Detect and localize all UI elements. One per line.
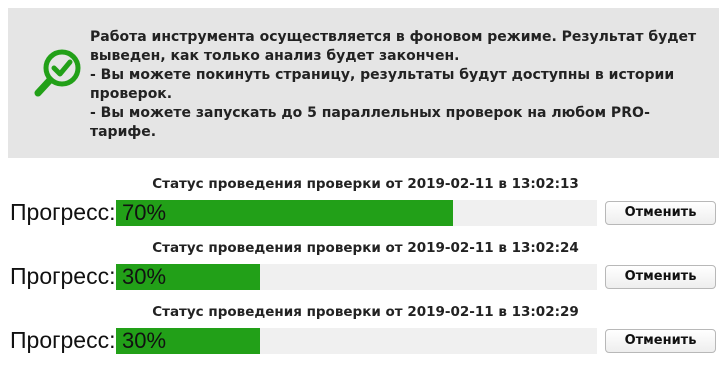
info-box: Работа инструмента осуществляется в фоно… bbox=[8, 8, 719, 158]
progress-percent: 30% bbox=[122, 328, 167, 353]
progress-bar: 70% bbox=[116, 200, 597, 226]
progress-fill bbox=[116, 200, 453, 226]
progress-percent: 30% bbox=[122, 264, 167, 289]
progress-percent: 70% bbox=[122, 200, 167, 225]
job-3: Статус проведения проверки от 2019-02-11… bbox=[0, 304, 727, 370]
job-1: Статус проведения проверки от 2019-02-11… bbox=[0, 176, 727, 242]
job-status: Статус проведения проверки от 2019-02-11… bbox=[152, 240, 579, 256]
info-line-2: - Вы можете покинуть страницу, результат… bbox=[90, 67, 675, 102]
progress-bar: 30% bbox=[116, 328, 597, 354]
job-status: Статус проведения проверки от 2019-02-11… bbox=[152, 176, 579, 192]
progress-label: Прогресс: bbox=[10, 199, 116, 225]
progress-bar: 30% bbox=[116, 264, 597, 290]
progress-label: Прогресс: bbox=[10, 327, 116, 353]
info-line-3: - Вы можете запускать до 5 параллельных … bbox=[90, 105, 650, 140]
magnifier-check-icon bbox=[34, 49, 81, 97]
cancel-button[interactable]: Отменить bbox=[605, 329, 716, 353]
progress-label: Прогресс: bbox=[10, 263, 116, 289]
job-2: Статус проведения проверки от 2019-02-11… bbox=[0, 240, 727, 306]
cancel-button[interactable]: Отменить bbox=[605, 265, 716, 289]
job-status: Статус проведения проверки от 2019-02-11… bbox=[152, 304, 579, 320]
info-text: Работа инструмента осуществляется в фоно… bbox=[90, 28, 700, 142]
info-line-1: Работа инструмента осуществляется в фоно… bbox=[90, 29, 697, 64]
cancel-button[interactable]: Отменить bbox=[605, 201, 716, 225]
